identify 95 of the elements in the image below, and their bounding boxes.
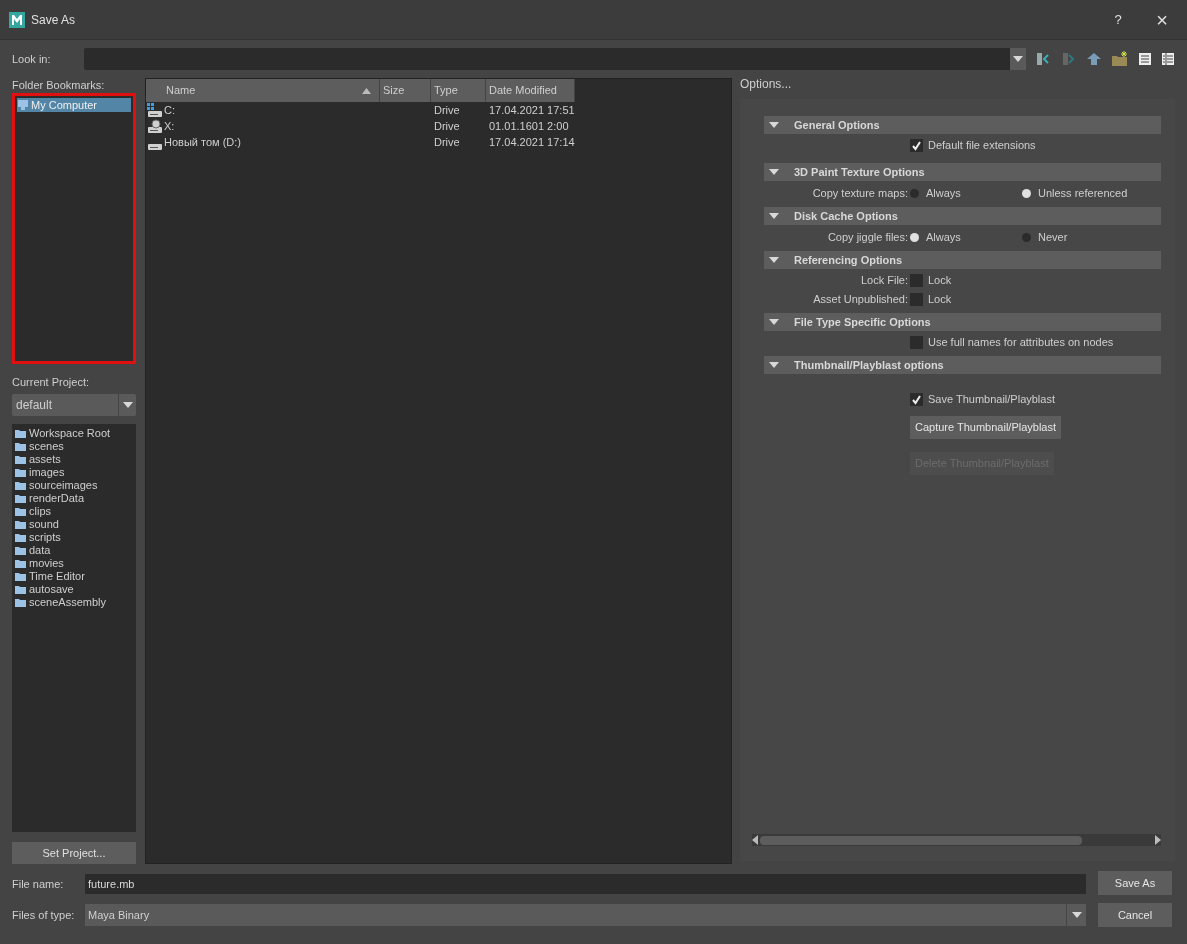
- checkbox-label: Use full names for attributes on nodes: [928, 335, 1114, 351]
- folder-icon: [15, 597, 26, 607]
- section-header[interactable]: File Type Specific Options: [764, 313, 1161, 331]
- caret-icon: [1013, 56, 1023, 62]
- bookmarks-label: Folder Bookmarks:: [12, 79, 106, 92]
- caret-icon: [1071, 912, 1082, 918]
- expand-arrow-icon: [769, 362, 779, 368]
- column-header[interactable]: Name: [146, 79, 380, 102]
- folder-icon: [15, 480, 26, 490]
- help-button[interactable]: ?: [1103, 9, 1133, 30]
- type-cell: Drive: [434, 103, 460, 116]
- computer-icon: [18, 100, 28, 110]
- thumbnail-button[interactable]: Capture Thumbnail/Playblast: [910, 415, 1062, 439]
- expand-arrow-icon: [769, 122, 779, 128]
- new-folder-icon[interactable]: [1111, 51, 1129, 67]
- expand-arrow-icon: [769, 319, 779, 325]
- expand-arrow-icon: [769, 257, 779, 263]
- folder-icon: [15, 454, 26, 464]
- close-button[interactable]: ×: [1147, 4, 1177, 35]
- column-header[interactable]: Type: [431, 79, 486, 102]
- option-label: Copy texture maps:: [812, 186, 908, 199]
- file-name-field[interactable]: future.mb: [85, 874, 1086, 894]
- folder-icon: [15, 584, 26, 594]
- folder-icon: [15, 441, 26, 451]
- drive-icon: [148, 143, 162, 150]
- file-type-dropdown[interactable]: Maya Binary: [85, 904, 1086, 926]
- checkbox[interactable]: [910, 274, 923, 287]
- sort-arrow-icon: [362, 87, 371, 94]
- type-cell: Drive: [434, 119, 460, 132]
- checkbox[interactable]: [910, 293, 923, 306]
- date-cell: 17.04.2021 17:14: [489, 135, 575, 148]
- options-title: Options...: [740, 77, 793, 91]
- radio-label: Unless referenced: [1038, 185, 1128, 201]
- caret-icon: [122, 401, 133, 408]
- option-label: Lock File:: [860, 274, 908, 287]
- section-header[interactable]: Disk Cache Options: [764, 207, 1161, 225]
- file-type-label: Files of type:: [12, 907, 76, 923]
- file-name-label: File name:: [12, 876, 65, 892]
- back-icon[interactable]: [1036, 52, 1052, 66]
- file-name-cell[interactable]: X:: [164, 117, 175, 135]
- scroll-right-icon[interactable]: [1155, 835, 1161, 845]
- file-name-cell[interactable]: Новый том (D:): [164, 133, 241, 151]
- horizontal-scrollbar[interactable]: [752, 834, 1161, 846]
- checkbox-label: Lock: [928, 292, 952, 308]
- option-label: Copy jiggle files:: [827, 230, 908, 243]
- section-header[interactable]: General Options: [764, 116, 1161, 134]
- window-title: Save As: [31, 11, 76, 29]
- radio-button[interactable]: [1022, 188, 1031, 198]
- radio-button[interactable]: [910, 188, 919, 198]
- project-label: Current Project:: [12, 375, 91, 389]
- radio-button[interactable]: [1022, 232, 1031, 242]
- checkbox-label: Default file extensions: [928, 138, 1036, 154]
- folder-icon: [15, 558, 26, 568]
- folder-icon: [15, 493, 26, 503]
- detail-view-icon[interactable]: [1161, 52, 1175, 66]
- date-cell: 01.01.1601 2:00: [489, 119, 569, 132]
- list-view-icon[interactable]: [1138, 52, 1152, 66]
- expand-arrow-icon: [769, 213, 779, 219]
- radio-button[interactable]: [910, 232, 919, 242]
- type-cell: Drive: [434, 135, 460, 148]
- date-cell: 17.04.2021 17:51: [489, 103, 575, 116]
- folder-icon: [15, 519, 26, 529]
- look-in-label: Look in:: [12, 51, 52, 67]
- option-label: Asset Unpublished:: [813, 293, 908, 306]
- column-header[interactable]: Date Modified: [486, 79, 575, 102]
- folder-icon: [15, 532, 26, 542]
- app-logo-icon: [9, 11, 25, 28]
- radio-label: Always: [926, 185, 961, 201]
- up-arrow-icon[interactable]: [1086, 52, 1102, 66]
- radio-label: Always: [926, 229, 961, 245]
- dialog-button[interactable]: Cancel: [1098, 903, 1172, 927]
- folder-icon: [15, 545, 26, 555]
- section-header[interactable]: Thumbnail/Playblast options: [764, 356, 1161, 374]
- bookmark-item[interactable]: My Computer: [17, 98, 131, 112]
- folder-icon: [15, 428, 26, 438]
- expand-arrow-icon: [769, 169, 779, 175]
- scroll-left-icon[interactable]: [752, 835, 758, 845]
- column-header[interactable]: Size: [380, 79, 431, 102]
- radio-label: Never: [1038, 229, 1068, 245]
- folder-icon: [15, 571, 26, 581]
- checkbox[interactable]: [910, 393, 923, 406]
- section-header[interactable]: 3D Paint Texture Options: [764, 163, 1161, 181]
- file-name-cell[interactable]: C:: [164, 101, 175, 119]
- checkbox-label: Save Thumbnail/Playblast: [928, 392, 1055, 408]
- drive-icon: [147, 102, 163, 118]
- project-dropdown[interactable]: default: [12, 393, 136, 416]
- checkbox-label: Lock: [928, 273, 952, 289]
- drive-icon: [147, 118, 163, 134]
- checkbox[interactable]: [910, 139, 923, 152]
- folder-icon: [15, 467, 26, 477]
- dialog-button[interactable]: Save As: [1098, 871, 1172, 895]
- checkbox[interactable]: [910, 336, 923, 349]
- folder-icon: [15, 506, 26, 516]
- section-header[interactable]: Referencing Options: [764, 251, 1161, 269]
- set-project-button[interactable]: Set Project...: [12, 842, 136, 864]
